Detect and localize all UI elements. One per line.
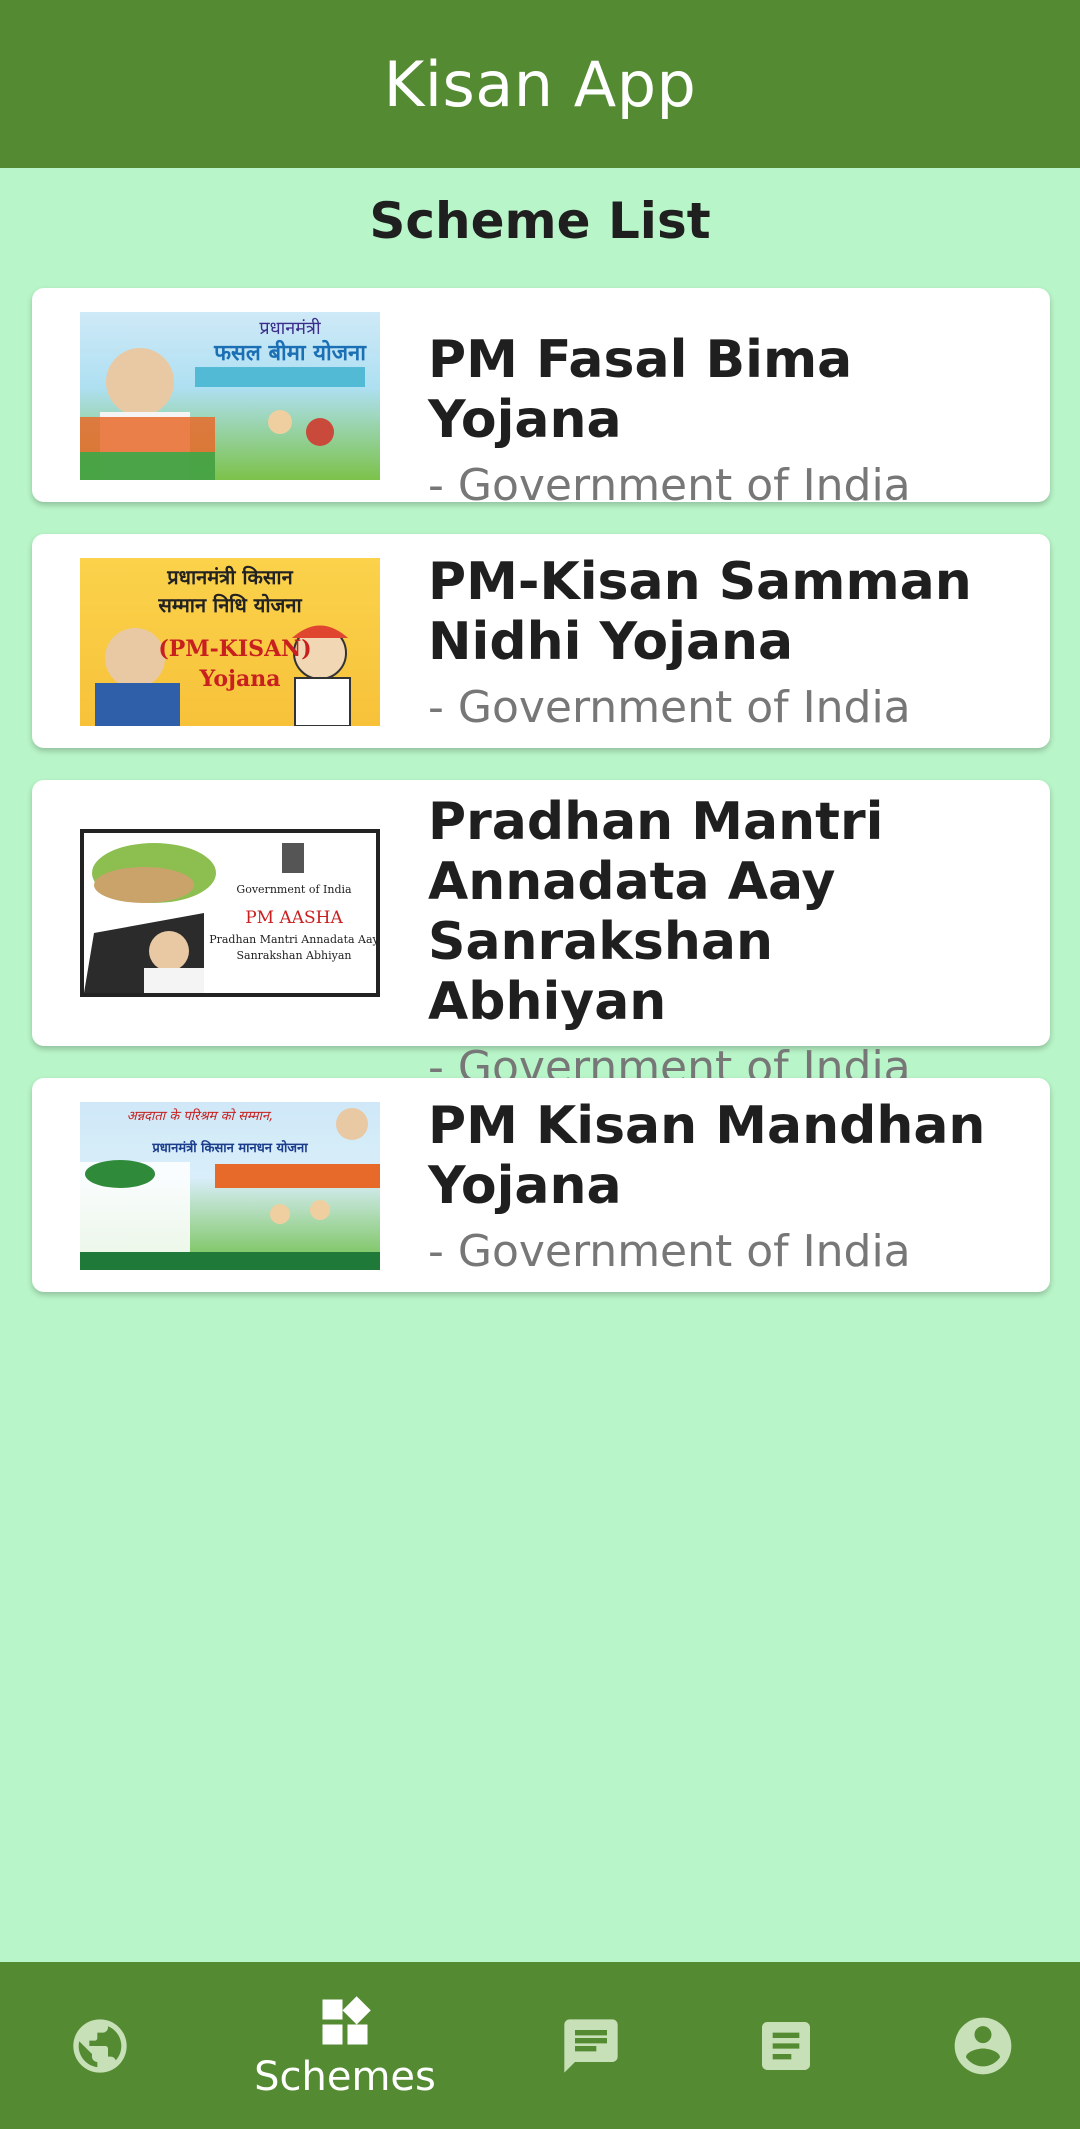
scheme-subtitle: - Government of India xyxy=(428,1226,911,1277)
thumb-text: प्रधानमंत्री किसान मानधन योजना xyxy=(151,1140,308,1156)
thumb-text: अन्नदाता के परिश्रम को सम्मान, xyxy=(127,1108,273,1124)
nav-item-globe[interactable] xyxy=(10,1962,190,2129)
scheme-thumbnail: Government of India PM AASHA Pradhan Man… xyxy=(80,829,380,997)
bottom-navigation: Schemes xyxy=(0,1962,1080,2129)
nav-item-schemes[interactable]: Schemes xyxy=(254,1962,436,2129)
scheme-card-pm-aasha[interactable]: Government of India PM AASHA Pradhan Man… xyxy=(32,780,1050,1093)
scheme-title: PM Fasal Bima Yojana xyxy=(428,330,853,450)
scheme-card-pm-fasal-bima[interactable]: प्रधानमंत्री फसल बीमा योजना PM Fasal Bim… xyxy=(32,288,1050,511)
thumb-text: Government of India xyxy=(236,883,352,896)
scheme-title: PM Kisan Mandhan Yojana xyxy=(428,1096,986,1216)
nav-item-articles[interactable] xyxy=(696,1962,876,2129)
scheme-thumbnail: प्रधानमंत्री फसल बीमा योजना xyxy=(80,312,380,480)
section-title: Scheme List xyxy=(369,192,711,250)
account-icon xyxy=(949,2012,1017,2080)
scheme-text: Pradhan Mantri Annadata Aay Sanrakshan A… xyxy=(428,792,1020,1098)
thumb-text: PM AASHA xyxy=(245,908,343,928)
scheme-subtitle: - Government of India xyxy=(428,682,911,733)
scheme-thumbnail: प्रधानमंत्री किसान सम्मान निधि योजना (PM… xyxy=(80,558,380,726)
thumb-text: प्रधानमंत्री xyxy=(259,317,321,339)
nav-item-chat[interactable] xyxy=(501,1962,681,2129)
scheme-text: PM Fasal Bima Yojana - Government of Ind… xyxy=(428,330,1020,516)
nav-label-schemes: Schemes xyxy=(254,2053,436,2100)
scheme-text: PM-Kisan Samman Nidhi Yojana - Governmen… xyxy=(428,552,1020,738)
thumb-text: Pradhan Mantri Annadata Aay xyxy=(209,933,376,946)
scheme-title: Pradhan Mantri Annadata Aay Sanrakshan A… xyxy=(428,792,884,1032)
thumb-text: Yojana xyxy=(199,666,281,692)
chat-icon xyxy=(559,2014,623,2078)
nav-item-account[interactable] xyxy=(893,1962,1073,2129)
thumb-text: फसल बीमा योजना xyxy=(213,339,367,366)
thumb-text: (PM-KISAN) xyxy=(158,636,311,662)
article-icon xyxy=(754,2014,818,2078)
thumb-text: सम्मान निधि योजना xyxy=(157,593,302,617)
schemes-icon xyxy=(315,1992,375,2052)
globe-icon xyxy=(68,2014,132,2078)
app-bar: Kisan App xyxy=(0,0,1080,168)
thumb-text: प्रधानमंत्री किसान xyxy=(166,565,293,589)
scheme-subtitle: - Government of India xyxy=(428,460,911,511)
app-title: Kisan App xyxy=(383,47,697,121)
scheme-text: PM Kisan Mandhan Yojana - Government of … xyxy=(428,1096,1020,1282)
thumb-text: Sanrakshan Abhiyan xyxy=(237,949,352,962)
scheme-title: PM-Kisan Samman Nidhi Yojana xyxy=(428,552,972,672)
scheme-card-pm-kisan-mandhan[interactable]: अन्नदाता के परिश्रम को सम्मान, प्रधानमंत… xyxy=(32,1078,1050,1292)
scheme-thumbnail: अन्नदाता के परिश्रम को सम्मान, प्रधानमंत… xyxy=(80,1102,380,1270)
scheme-card-pm-kisan-samman[interactable]: प्रधानमंत्री किसान सम्मान निधि योजना (PM… xyxy=(32,534,1050,748)
